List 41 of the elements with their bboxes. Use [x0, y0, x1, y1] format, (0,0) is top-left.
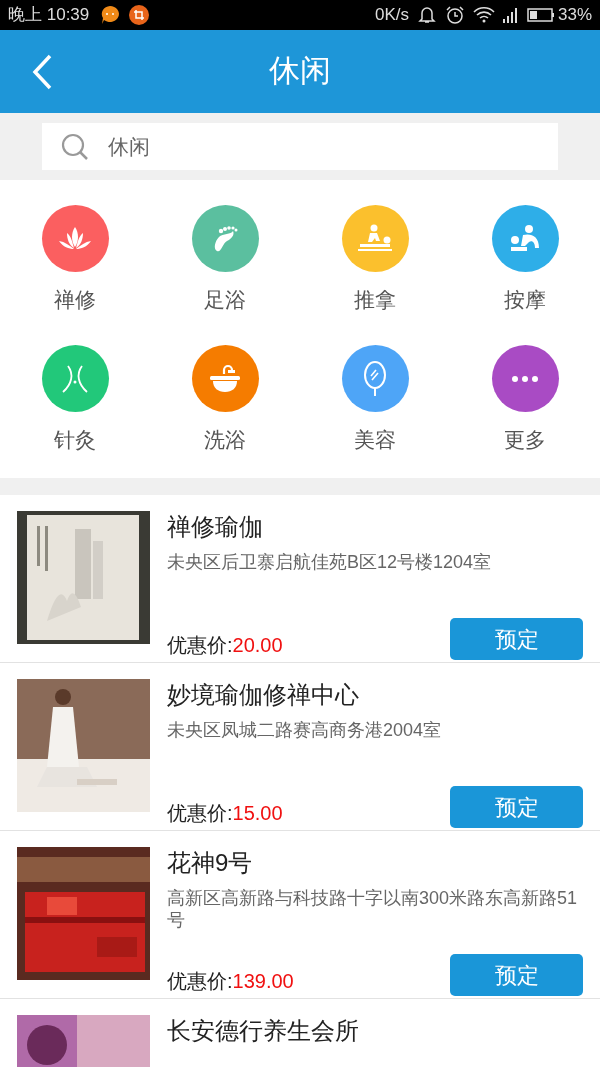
alarm-clock-icon	[444, 5, 465, 25]
bathtub-icon	[208, 363, 242, 394]
chat-bubble-icon	[99, 4, 122, 26]
listing-name: 花神9号	[167, 848, 254, 878]
listing-card[interactable]: 花神9号 高新区高新路与科技路十字以南300米路东高新路51号 优惠价:139.00 预定	[0, 831, 600, 999]
massage-icon	[356, 223, 394, 254]
category-item[interactable]: 禅修	[0, 205, 150, 345]
search-icon	[60, 131, 90, 162]
listing-name: 妙境瑜伽修禅中心	[167, 680, 360, 710]
listing-card[interactable]: 禅修瑜伽 未央区后卫寨启航佳苑B区12号楼1204室 优惠价:20.00 预定	[0, 495, 600, 663]
crop-icon	[129, 5, 150, 25]
category-item[interactable]: 推拿	[300, 205, 450, 345]
page-title: 休闲	[269, 52, 331, 91]
listing-address: 未央区凤城二路赛高商务港2004室	[167, 719, 443, 741]
wifi-icon	[472, 6, 495, 24]
category-item[interactable]: 针灸	[0, 345, 150, 485]
category-item[interactable]: 美容	[300, 345, 450, 485]
network-speed: 0K/s	[374, 4, 409, 27]
listing-address: 高新区高新路与科技路十字以南300米路东高新路51号	[167, 887, 579, 931]
status-time: 晚上 10:39	[8, 4, 90, 27]
price-text: 优惠价:15.00	[167, 801, 283, 826]
price-text: 优惠价:20.00	[167, 633, 283, 658]
category-item[interactable]: 按摩	[450, 205, 600, 345]
more-icon	[511, 374, 539, 383]
listing-card[interactable]: 妙境瑜伽修禅中心 未央区凤城二路赛高商务港2004室 优惠价:15.00 预定	[0, 663, 600, 831]
listing-name: 禅修瑜伽	[167, 512, 264, 542]
category-item[interactable]: 足浴	[150, 205, 300, 345]
mirror-icon	[362, 359, 388, 398]
listing-name: 长安德行养生会所	[167, 1016, 360, 1046]
signal-icon	[502, 7, 519, 23]
listing-address: 未央区后卫寨启航佳苑B区12号楼1204室	[167, 551, 493, 573]
battery-icon	[526, 7, 555, 23]
battery-level: 33%	[557, 4, 592, 27]
back-icon	[32, 54, 52, 90]
category-item[interactable]: 洗浴	[150, 345, 300, 485]
listing-card[interactable]: 长安德行养生会所	[0, 999, 600, 1067]
bell-icon	[416, 5, 437, 25]
acupuncture-icon	[60, 363, 90, 394]
search-field[interactable]: 休闲	[42, 123, 558, 170]
category-item[interactable]: 更多	[450, 345, 600, 485]
price-text: 优惠价:139.00	[167, 969, 294, 994]
